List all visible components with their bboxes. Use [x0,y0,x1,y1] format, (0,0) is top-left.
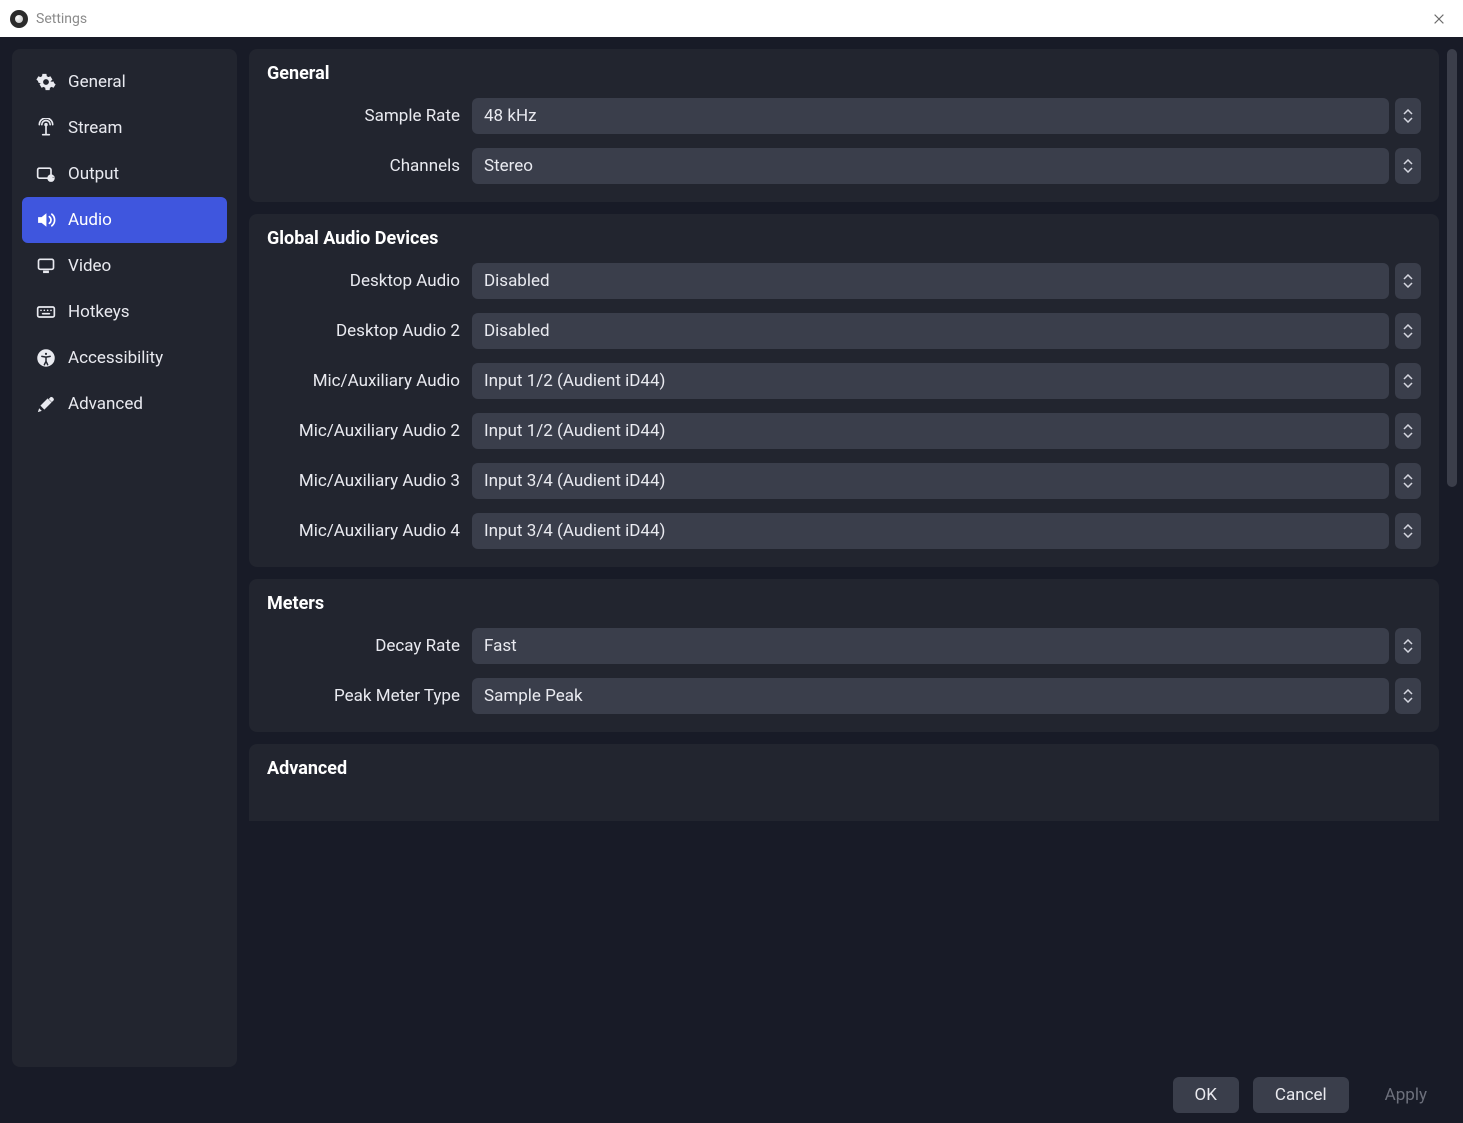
select-value: 48 kHz [484,106,537,126]
sidebar-item-label: Stream [68,118,122,138]
panel-global-devices-title: Global Audio Devices [267,228,1421,249]
keyboard-icon [36,302,56,322]
panel-meters: Meters Decay Rate Fast Peak Meter Type S… [249,579,1439,732]
select-mic-aux-3[interactable]: Input 3/4 (Audient iD44) [472,463,1389,499]
spinner-peak-meter-type[interactable] [1395,678,1421,714]
panel-general-title: General [267,63,1421,84]
panel-advanced: Advanced [249,744,1439,821]
tools-icon [36,394,56,414]
row-peak-meter-type: Peak Meter Type Sample Peak [267,678,1421,714]
label-mic-aux-3: Mic/Auxiliary Audio 3 [267,471,472,491]
row-desktop-audio: Desktop Audio Disabled [267,263,1421,299]
sidebar-item-stream[interactable]: Stream [22,105,227,151]
spinner-channels[interactable] [1395,148,1421,184]
app-logo-icon [10,10,28,28]
accessibility-icon [36,348,56,368]
sidebar-item-label: Video [68,256,111,276]
output-icon [36,164,56,184]
sidebar-item-video[interactable]: Video [22,243,227,289]
label-desktop-audio: Desktop Audio [267,271,472,291]
sidebar-item-accessibility[interactable]: Accessibility [22,335,227,381]
row-mic-aux-3: Mic/Auxiliary Audio 3 Input 3/4 (Audient… [267,463,1421,499]
window-titlebar: Settings [0,0,1463,37]
select-desktop-audio[interactable]: Disabled [472,263,1389,299]
scrollbar-thumb[interactable] [1447,49,1457,487]
select-value: Sample Peak [484,686,583,706]
spinner-desktop-audio[interactable] [1395,263,1421,299]
row-decay-rate: Decay Rate Fast [267,628,1421,664]
ok-button[interactable]: OK [1173,1077,1239,1113]
label-mic-aux-1: Mic/Auxiliary Audio [267,371,472,391]
monitor-icon [36,256,56,276]
sidebar-item-audio[interactable]: Audio [22,197,227,243]
label-sample-rate: Sample Rate [267,106,472,126]
select-value: Disabled [484,321,550,341]
speaker-icon [36,210,56,230]
cancel-button[interactable]: Cancel [1253,1077,1349,1113]
dialog-footer: OK Cancel Apply [0,1067,1463,1123]
select-value: Fast [484,636,517,656]
spinner-mic-aux-4[interactable] [1395,513,1421,549]
select-channels[interactable]: Stereo [472,148,1389,184]
select-mic-aux-4[interactable]: Input 3/4 (Audient iD44) [472,513,1389,549]
apply-button[interactable]: Apply [1363,1077,1449,1113]
panel-advanced-title: Advanced [267,758,1421,779]
select-desktop-audio-2[interactable]: Disabled [472,313,1389,349]
select-value: Stereo [484,156,533,176]
select-peak-meter-type[interactable]: Sample Peak [472,678,1389,714]
spinner-decay-rate[interactable] [1395,628,1421,664]
label-peak-meter-type: Peak Meter Type [267,686,472,706]
row-mic-aux-4: Mic/Auxiliary Audio 4 Input 3/4 (Audient… [267,513,1421,549]
sidebar-item-label: Output [68,164,119,184]
select-mic-aux-2[interactable]: Input 1/2 (Audient iD44) [472,413,1389,449]
row-mic-aux-2: Mic/Auxiliary Audio 2 Input 1/2 (Audient… [267,413,1421,449]
spinner-mic-aux-1[interactable] [1395,363,1421,399]
spinner-sample-rate[interactable] [1395,98,1421,134]
content-scrollbar[interactable] [1445,49,1459,1067]
spinner-desktop-audio-2[interactable] [1395,313,1421,349]
label-decay-rate: Decay Rate [267,636,472,656]
label-mic-aux-2: Mic/Auxiliary Audio 2 [267,421,472,441]
panel-meters-title: Meters [267,593,1421,614]
select-decay-rate[interactable]: Fast [472,628,1389,664]
select-value: Input 1/2 (Audient iD44) [484,371,665,391]
row-channels: Channels Stereo [267,148,1421,184]
panel-general: General Sample Rate 48 kHz [249,49,1439,202]
sidebar-item-label: Audio [68,210,112,230]
sidebar-item-label: Advanced [68,394,143,414]
sidebar-item-label: Hotkeys [68,302,130,322]
window-close-button[interactable] [1425,5,1453,33]
window-body: General Stream Output Audio [0,37,1463,1123]
gear-icon [36,72,56,92]
select-value: Input 1/2 (Audient iD44) [484,421,665,441]
sidebar-item-label: General [68,72,126,92]
sidebar-item-label: Accessibility [68,348,163,368]
select-value: Input 3/4 (Audient iD44) [484,471,665,491]
row-sample-rate: Sample Rate 48 kHz [267,98,1421,134]
row-desktop-audio-2: Desktop Audio 2 Disabled [267,313,1421,349]
antenna-icon [36,118,56,138]
select-sample-rate[interactable]: 48 kHz [472,98,1389,134]
settings-panels: General Sample Rate 48 kHz [249,49,1439,1067]
select-value: Input 3/4 (Audient iD44) [484,521,665,541]
panel-global-devices: Global Audio Devices Desktop Audio Disab… [249,214,1439,567]
row-mic-aux-1: Mic/Auxiliary Audio Input 1/2 (Audient i… [267,363,1421,399]
spinner-mic-aux-3[interactable] [1395,463,1421,499]
label-mic-aux-4: Mic/Auxiliary Audio 4 [267,521,472,541]
settings-sidebar: General Stream Output Audio [12,49,237,1067]
sidebar-item-hotkeys[interactable]: Hotkeys [22,289,227,335]
select-value: Disabled [484,271,550,291]
spinner-mic-aux-2[interactable] [1395,413,1421,449]
sidebar-item-general[interactable]: General [22,59,227,105]
window-title: Settings [36,11,87,27]
label-channels: Channels [267,156,472,176]
content-column: General Sample Rate 48 kHz [249,49,1459,1067]
sidebar-item-output[interactable]: Output [22,151,227,197]
select-mic-aux-1[interactable]: Input 1/2 (Audient iD44) [472,363,1389,399]
main-area: General Stream Output Audio [0,37,1463,1067]
sidebar-item-advanced[interactable]: Advanced [22,381,227,427]
label-desktop-audio-2: Desktop Audio 2 [267,321,472,341]
